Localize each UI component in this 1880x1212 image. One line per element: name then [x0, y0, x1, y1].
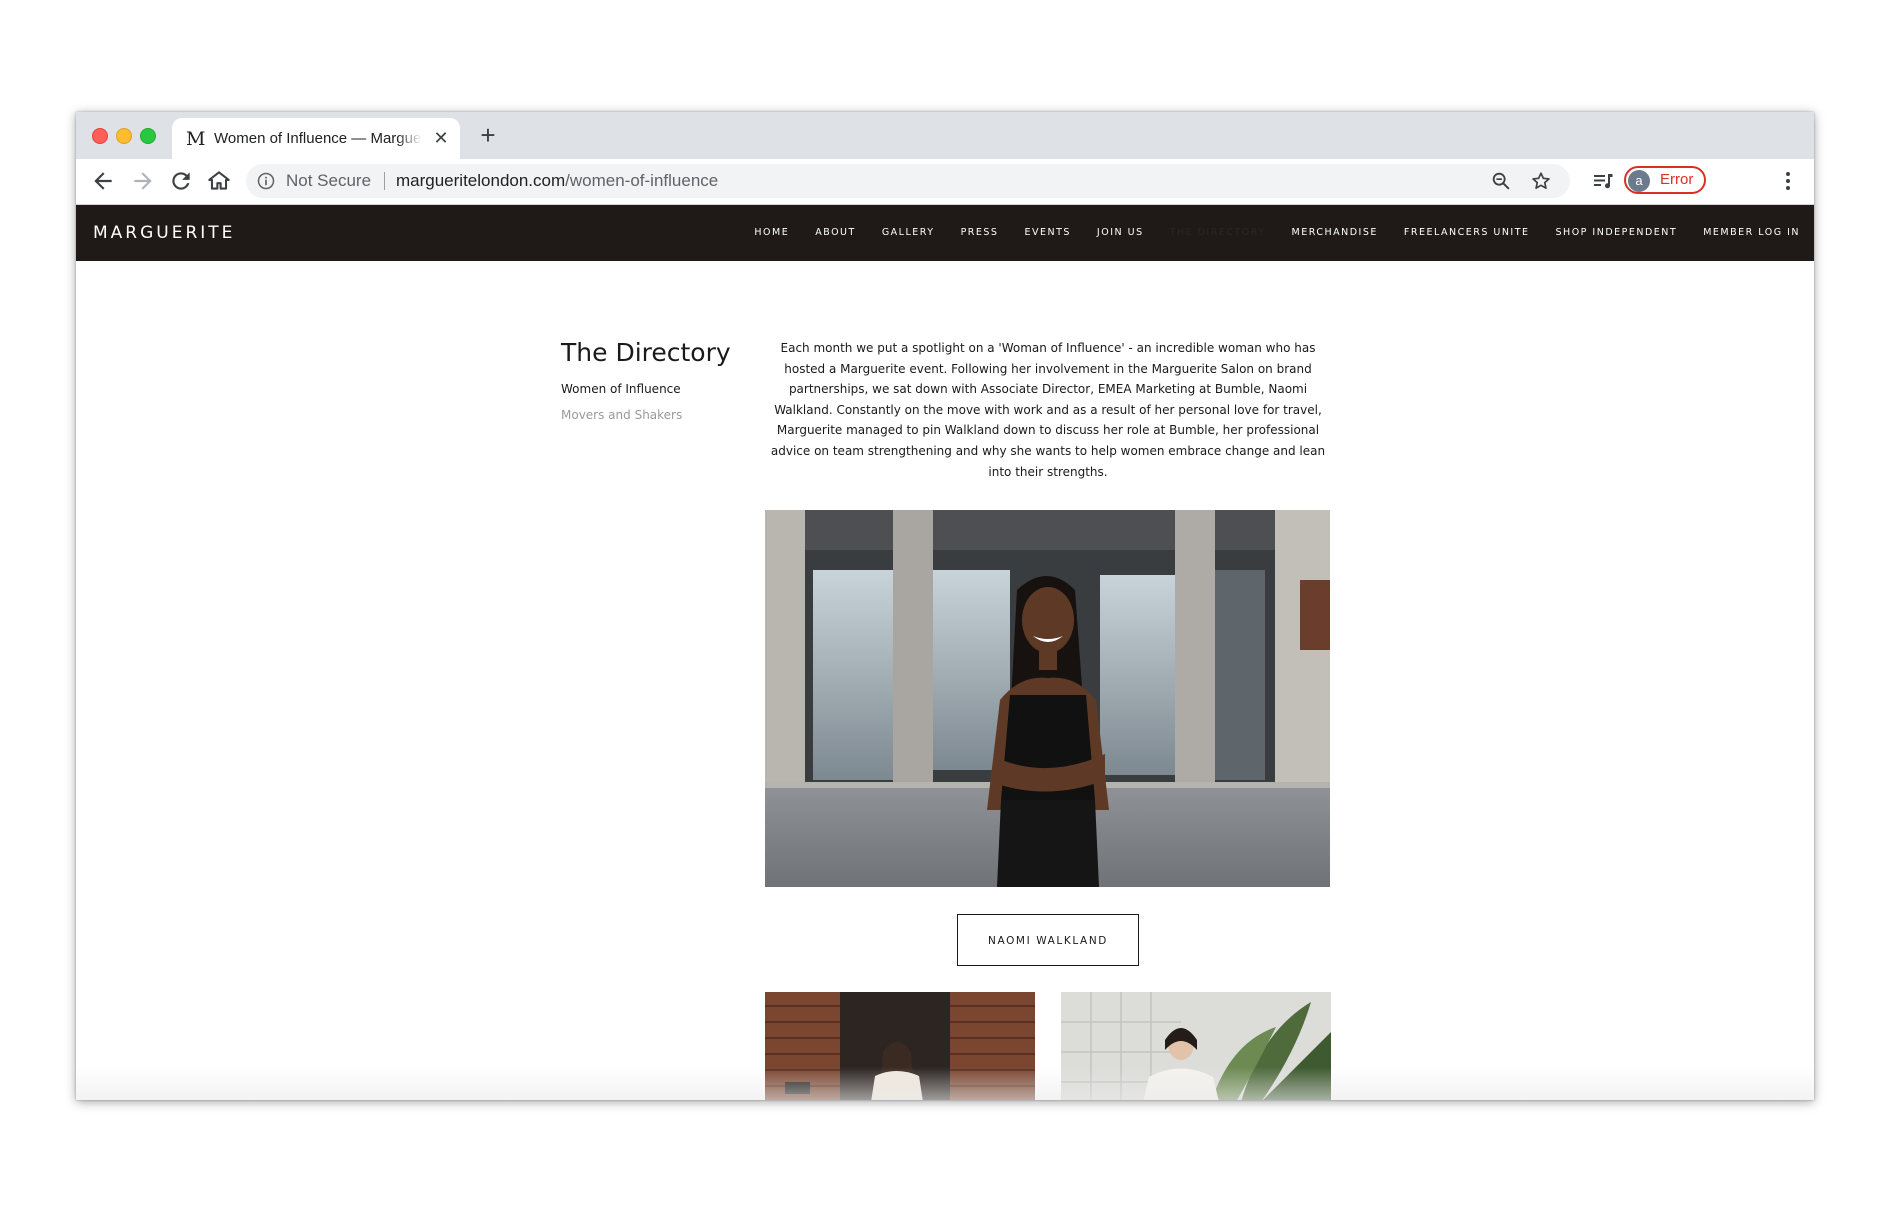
- thumbnail-illustration: [765, 992, 1035, 1100]
- site-favicon-icon: M: [186, 128, 206, 150]
- browser-toolbar: Not Secure margueritelondon.com/women-of…: [76, 159, 1814, 205]
- url-host: margueritelondon.com: [396, 171, 566, 190]
- naomi-walkland-button[interactable]: NAOMI WALKLAND: [957, 914, 1139, 966]
- thumbnail-brick-wall[interactable]: [765, 992, 1035, 1100]
- url-path: /women-of-influence: [565, 171, 719, 190]
- sidebar-link-movers-and-shakers[interactable]: Movers and Shakers: [561, 407, 682, 423]
- browser-window: M Women of Influence — Marguerite ✕ + No…: [76, 112, 1814, 1100]
- bookmark-star-icon[interactable]: [1530, 170, 1552, 192]
- media-controls-icon[interactable]: [1591, 169, 1615, 193]
- sidebar-link-women-of-influence[interactable]: Women of Influence: [561, 381, 681, 397]
- nav-item-join-us[interactable]: JOIN US: [1097, 205, 1144, 261]
- thumbnail-illustration: [1061, 992, 1331, 1100]
- article-intro: Each month we put a spotlight on a 'Woma…: [770, 341, 1326, 479]
- feature-photo-illustration: [765, 510, 1330, 887]
- nav-item-events[interactable]: EVENTS: [1024, 205, 1070, 261]
- forward-arrow-icon[interactable]: [130, 168, 156, 194]
- new-tab-icon[interactable]: +: [474, 122, 502, 150]
- profile-error-label: Error: [1660, 171, 1694, 188]
- omnibox-divider: [384, 172, 385, 190]
- nav-item-member-log-in[interactable]: MEMBER LOG IN: [1703, 205, 1800, 261]
- nav-item-freelancers-unite[interactable]: FREELANCERS UNITE: [1404, 205, 1530, 261]
- not-secure-label: Not Secure: [286, 171, 372, 190]
- close-window-button[interactable]: [92, 128, 108, 144]
- minimize-window-button[interactable]: [116, 128, 132, 144]
- address-bar[interactable]: Not Secure margueritelondon.com/women-of…: [246, 164, 1570, 198]
- profile-avatar: a: [1628, 170, 1650, 192]
- kebab-menu-icon[interactable]: [1778, 169, 1798, 193]
- profile-error-chip[interactable]: a Error: [1624, 166, 1706, 194]
- zoom-icon[interactable]: [1490, 170, 1512, 192]
- maximize-window-button[interactable]: [140, 128, 156, 144]
- page-title: The Directory: [561, 338, 731, 367]
- nav-item-merchandise[interactable]: MERCHANDISE: [1292, 205, 1378, 261]
- thumbnail-plants[interactable]: [1061, 992, 1331, 1100]
- site-logo[interactable]: MARGUERITE: [93, 222, 235, 244]
- nav-item-about[interactable]: ABOUT: [815, 205, 856, 261]
- info-icon[interactable]: [256, 171, 276, 191]
- nav-item-press[interactable]: PRESS: [961, 205, 999, 261]
- url-text[interactable]: margueritelondon.com/women-of-influence: [396, 171, 718, 191]
- nav-item-gallery[interactable]: GALLERY: [882, 205, 935, 261]
- nav-item-shop-independent[interactable]: SHOP INDEPENDENT: [1556, 205, 1678, 261]
- tab-title: Women of Influence — Marguerite: [214, 130, 422, 147]
- home-icon[interactable]: [206, 168, 232, 194]
- browser-tab-active[interactable]: M Women of Influence — Marguerite ✕: [172, 118, 460, 159]
- tab-strip: M Women of Influence — Marguerite ✕ +: [76, 112, 1814, 159]
- feature-photo[interactable]: [765, 510, 1330, 887]
- site-navigation-bar: MARGUERITE HOME ABOUT GALLERY PRESS EVEN…: [76, 205, 1814, 261]
- nav-item-the-directory[interactable]: THE DIRECTORY: [1170, 205, 1266, 261]
- main-menu: HOME ABOUT GALLERY PRESS EVENTS JOIN US …: [728, 205, 1800, 261]
- back-arrow-icon[interactable]: [90, 168, 116, 194]
- nav-item-home[interactable]: HOME: [754, 205, 789, 261]
- close-tab-icon[interactable]: ✕: [430, 127, 452, 149]
- reload-icon[interactable]: [168, 168, 194, 194]
